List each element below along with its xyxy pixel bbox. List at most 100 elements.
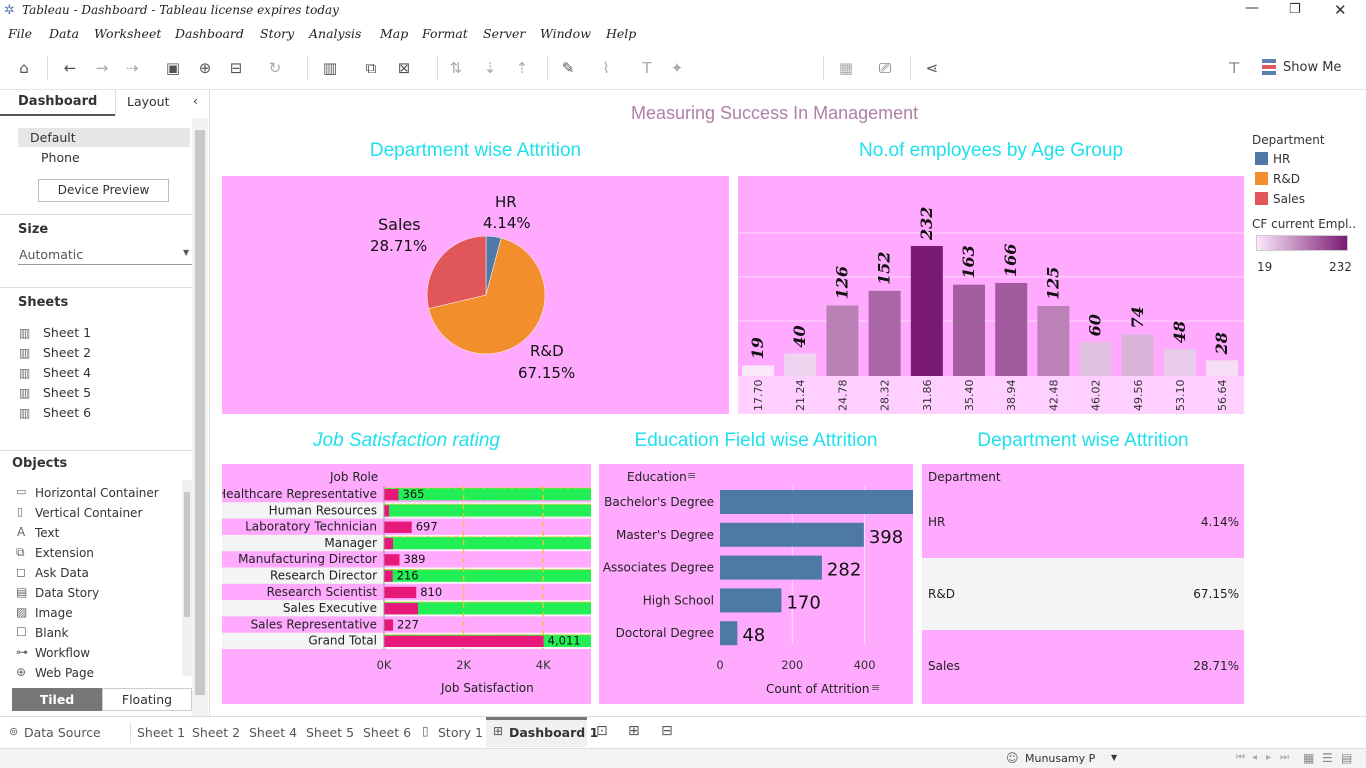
menu-file[interactable]: File [8, 26, 32, 41]
object-blank[interactable]: Blank [35, 626, 68, 640]
job-bar[interactable] [384, 554, 400, 566]
age-bar[interactable] [995, 282, 1028, 376]
age-bar[interactable] [784, 353, 817, 376]
minimize-icon[interactable]: — [1245, 0, 1259, 16]
age-bar[interactable] [1079, 342, 1112, 376]
tab-sheet-6[interactable]: Sheet 6 [363, 725, 411, 740]
tab-sheet-2[interactable]: Sheet 2 [192, 725, 240, 740]
redo-icon[interactable]: → [92, 58, 112, 78]
age-bar[interactable] [1164, 349, 1196, 376]
collapse-pane-icon[interactable]: ‹ [193, 93, 198, 108]
close-icon[interactable]: ✕ [1334, 1, 1347, 19]
object-web-page[interactable]: Web Page [35, 666, 94, 680]
object-image[interactable]: Image [35, 606, 73, 620]
sheet-item-5[interactable]: Sheet 5 [43, 385, 91, 400]
job-bar[interactable] [384, 537, 393, 550]
age-bar[interactable] [826, 305, 859, 376]
highlight-icon[interactable]: ✎ [558, 58, 578, 78]
device-preview-button[interactable]: Device Preview [38, 179, 169, 202]
age-bar[interactable] [742, 365, 774, 376]
menu-dashboard[interactable]: Dashboard [175, 26, 244, 41]
swap-icon[interactable]: ⇅ [446, 58, 466, 78]
sort-asc-icon[interactable]: ⇣ [480, 58, 500, 78]
menu-map[interactable]: Map [380, 26, 408, 41]
job-bar[interactable] [384, 570, 393, 582]
object-vertical-container[interactable]: Vertical Container [35, 506, 142, 520]
labels-icon[interactable]: T [637, 58, 657, 78]
new-worksheet-icon[interactable]: ▥ [320, 58, 340, 78]
job-bar[interactable] [384, 619, 394, 631]
presentation-icon[interactable]: ⎚ [875, 58, 895, 78]
last-page-icon[interactable]: ⏭ [1280, 752, 1289, 763]
job-bar[interactable] [384, 505, 389, 517]
object-extension[interactable]: Extension [35, 546, 94, 560]
chevron-down-icon[interactable]: ▼ [183, 248, 189, 257]
group-icon[interactable]: ⌇ [596, 58, 616, 78]
show-me-button[interactable]: Show Me [1283, 60, 1341, 75]
list-view-icon[interactable]: ☰ [1322, 751, 1333, 765]
job-bar[interactable] [384, 635, 544, 647]
object-text[interactable]: Text [35, 526, 59, 540]
user-name[interactable]: Munusamy P [1025, 752, 1095, 765]
age-bar[interactable] [1037, 305, 1070, 376]
tab-sheet-1[interactable]: Sheet 1 [137, 725, 185, 740]
sheet-item-2[interactable]: Sheet 2 [43, 345, 91, 360]
age-bar[interactable] [910, 246, 943, 376]
object-horizontal-container[interactable]: Horizontal Container [35, 486, 159, 500]
sort-desc-icon[interactable]: ⇡ [512, 58, 532, 78]
replay-icon[interactable]: ⇢ [122, 58, 142, 78]
job-bar[interactable] [384, 521, 412, 533]
tab-sheet-4[interactable]: Sheet 4 [249, 725, 297, 740]
share-icon[interactable]: ⋖ [922, 58, 942, 78]
size-select[interactable]: Automatic [19, 247, 83, 262]
tiled-toggle[interactable]: Tiled [12, 688, 102, 711]
edu-bar[interactable] [720, 490, 913, 514]
edu-bar[interactable] [720, 621, 738, 646]
menu-help[interactable]: Help [606, 26, 636, 41]
pin-icon[interactable]: ✦ [667, 58, 687, 78]
floating-toggle[interactable]: Floating [102, 688, 192, 711]
format-painter-icon[interactable]: ⊤ [1224, 58, 1244, 78]
pause-updates-icon[interactable]: ⊟ [226, 58, 246, 78]
menu-format[interactable]: Format [422, 26, 468, 41]
filmstrip-view-icon[interactable]: ▤ [1341, 751, 1352, 765]
sort-icon[interactable]: ≡ [871, 681, 880, 694]
clear-sheet-icon[interactable]: ⊠ [394, 58, 414, 78]
chevron-down-icon[interactable]: ▼ [1111, 753, 1117, 762]
next-page-icon[interactable]: ▸ [1266, 752, 1271, 763]
first-page-icon[interactable]: ⏮ [1236, 752, 1245, 763]
job-bar[interactable] [384, 586, 417, 599]
sheet-item-6[interactable]: Sheet 6 [43, 405, 91, 420]
object-ask-data[interactable]: Ask Data [35, 566, 89, 580]
tab-data-source[interactable]: Data Source [24, 725, 101, 740]
age-bar[interactable] [1121, 334, 1154, 376]
age-bar[interactable] [1206, 360, 1239, 376]
new-dashboard-tab-icon[interactable]: ⊞ [628, 723, 640, 739]
new-datasource-icon[interactable]: ⊕ [195, 58, 215, 78]
show-cards-icon[interactable]: ▦ [836, 58, 856, 78]
menu-worksheet[interactable]: Worksheet [94, 26, 161, 41]
refresh-icon[interactable]: ↻ [265, 58, 285, 78]
show-me-icon[interactable] [1262, 59, 1276, 75]
sheet-item-4[interactable]: Sheet 4 [43, 365, 91, 380]
undo-icon[interactable]: ← [60, 58, 80, 78]
menu-story[interactable]: Story [260, 26, 294, 41]
tab-dashboard-1[interactable]: Dashboard 1 [509, 725, 598, 740]
object-data-story[interactable]: Data Story [35, 586, 99, 600]
menu-data[interactable]: Data [49, 26, 79, 41]
save-icon[interactable]: ▣ [163, 58, 183, 78]
edu-bar[interactable] [720, 588, 782, 613]
tab-story-1[interactable]: Story 1 [438, 725, 483, 740]
tab-sheet-5[interactable]: Sheet 5 [306, 725, 354, 740]
age-bar[interactable] [953, 284, 985, 376]
new-worksheet-tab-icon[interactable]: ⊡ [596, 723, 608, 739]
edu-bar[interactable] [720, 522, 864, 547]
menu-server[interactable]: Server [483, 26, 525, 41]
menu-analysis[interactable]: Analysis [309, 26, 361, 41]
sheet-item-1[interactable]: Sheet 1 [43, 325, 91, 340]
tab-layout[interactable]: Layout [127, 94, 170, 109]
new-story-tab-icon[interactable]: ⊟ [661, 723, 673, 739]
tab-dashboard[interactable]: Dashboard [18, 94, 97, 109]
restore-icon[interactable]: ❐ [1289, 2, 1301, 17]
age-bar[interactable] [868, 290, 901, 376]
